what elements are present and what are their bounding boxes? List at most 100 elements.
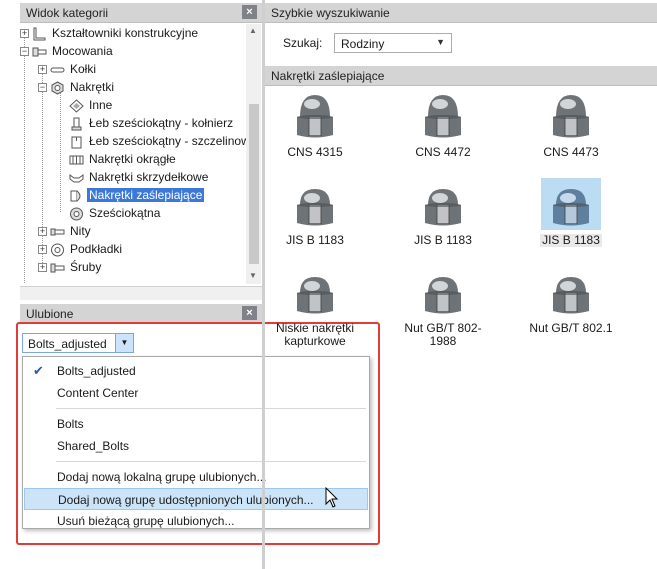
expand-icon[interactable]: + [38, 263, 47, 273]
nut-icon [50, 81, 65, 95]
tree-item[interactable]: Inne [69, 96, 114, 114]
mouse-cursor-icon [325, 487, 339, 508]
category-panel-title: Widok kategorii [26, 6, 109, 20]
hex-nut-icon [69, 207, 84, 221]
scroll-down-icon[interactable]: ▼ [249, 271, 257, 280]
cap-nut-family-item[interactable]: CNS 4473 [521, 90, 621, 159]
cap-nut-thumbnail-icon [541, 266, 601, 318]
cap-nut-family-label: JIS B 1183 [286, 233, 344, 247]
annotation-highlight-frame [16, 322, 380, 545]
tree-item-label: Sześciokątna [89, 206, 161, 220]
tree-item-label: Śruby [70, 260, 102, 274]
tree-item-label: Nakrętki okrągłe [89, 152, 176, 166]
quick-search-title: Szybkie wyszukiwanie [271, 6, 390, 20]
washer-icon [50, 243, 65, 257]
tree-scrollbar-thumb[interactable] [249, 104, 259, 264]
cap-nut-family-label: Niskie nakrętki kapturkowe [275, 321, 355, 348]
tree-item[interactable]: − Mocowania [20, 42, 115, 60]
cap-nut-thumbnail-icon [413, 90, 473, 142]
category-tree: + Kształtowniki konstrukcyjne − Mocowania + K… [20, 24, 262, 284]
pin-icon [50, 63, 65, 77]
tree-item-label: Podkładki [70, 242, 123, 256]
quick-search-bar: Szukaj: Rodziny ▼ [265, 24, 657, 64]
tree-item[interactable]: − Nakrętki [38, 78, 116, 96]
wing-nut-icon [69, 171, 84, 185]
tree-item[interactable]: + Kształtowniki konstrukcyjne [20, 24, 200, 42]
tree-item[interactable]: Łeb sześciokątny - kołnierz [69, 114, 235, 132]
cap-nut-family-item[interactable]: Nut GB/T 802.1 [521, 266, 621, 335]
chevron-down-icon[interactable]: ▼ [436, 37, 445, 47]
tree-item[interactable]: + Nity [38, 222, 93, 240]
cap-nut-thumbnail-icon [285, 178, 345, 230]
cap-nut-family-item[interactable]: JIS B 1183 [393, 178, 493, 247]
panel-splitter[interactable] [20, 286, 262, 300]
cap-nut-thumbnail-icon [413, 266, 473, 318]
cap-nut-family-label: Nut GB/T 802.1 [529, 321, 613, 335]
tree-item-label: Nakrętki zaślepiające [87, 188, 205, 202]
cap-nut-thumbnail-icon [285, 266, 345, 318]
hex-flange-nut-icon [69, 117, 84, 131]
tree-item-label: Nakrętki skrzydełkowe [89, 170, 209, 184]
cap-nut-family-label: CNS 4473 [543, 145, 599, 159]
tree-item[interactable]: Nakrętki okrągłe [69, 150, 178, 168]
tree-item[interactable]: Sześciokątna [69, 204, 162, 222]
tree-item-label: Kołki [70, 62, 97, 76]
expand-icon[interactable]: + [20, 29, 29, 39]
cap-nut-family-item[interactable]: CNS 4472 [393, 90, 493, 159]
search-scope-value: Rodziny [341, 37, 385, 51]
cap-nut-family-item[interactable]: JIS B 1183 [265, 178, 365, 247]
results-title: Nakrętki zaślepiające [271, 69, 385, 83]
favorites-panel-header: Ulubione [20, 304, 262, 324]
cap-nut-family-item[interactable]: CNS 4315 [265, 90, 365, 159]
favorites-panel-close-icon[interactable]: × [242, 306, 257, 320]
cap-nut-family-label: JIS B 1183 [414, 233, 472, 247]
cap-nut-thumbnail-icon [541, 178, 601, 230]
round-nut-icon [69, 153, 84, 167]
tree-scrollbar[interactable]: ▲ ▼ [246, 24, 261, 284]
cap-nut-thumbnail-icon [285, 90, 345, 142]
tree-item[interactable]: + Podkładki [38, 240, 124, 258]
tree-item[interactable]: Łeb sześciokątny - szczelinowa [69, 132, 258, 150]
tree-item[interactable]: Nakrętki skrzydełkowe [69, 168, 210, 186]
hex-slotted-nut-icon [69, 135, 84, 149]
cap-nut-thumbnail-icon [413, 178, 473, 230]
tree-item-label: Nakrętki [70, 80, 115, 94]
cap-nut-family-label: CNS 4472 [415, 145, 471, 159]
scroll-up-icon[interactable]: ▲ [249, 26, 257, 35]
search-label: Szukaj: [283, 36, 323, 50]
expand-icon[interactable]: + [38, 245, 47, 255]
tree-guide-line [60, 87, 61, 212]
tree-item[interactable]: Nakrętki zaślepiające [69, 186, 205, 204]
tree-item-label: Kształtowniki konstrukcyjne [52, 26, 199, 40]
fastener-icon [32, 45, 47, 59]
category-panel-header: Widok kategorii [20, 3, 262, 23]
cap-nut-family-label: Nut GB/T 802-1988 [404, 321, 482, 348]
tree-item-label: Nity [70, 224, 91, 238]
cap-nut-family-item[interactable]: JIS B 1183 [521, 178, 621, 247]
expand-icon[interactable]: + [38, 227, 47, 237]
cap-nut-family-item[interactable]: Niskie nakrętki kapturkowe [265, 266, 365, 348]
results-header: Nakrętki zaślepiające [265, 66, 657, 86]
tree-item[interactable]: + Kołki [38, 60, 98, 78]
favorites-panel-title: Ulubione [26, 307, 74, 321]
collapse-icon[interactable]: − [38, 83, 47, 93]
cap-nut-family-label: CNS 4315 [287, 145, 343, 159]
expand-icon[interactable]: + [38, 65, 47, 75]
tree-item-label: Łeb sześciokątny - szczelinowa [89, 134, 257, 148]
cap-nut-thumbnail-icon [541, 90, 601, 142]
tree-item-label: Łeb sześciokątny - kołnierz [89, 116, 234, 130]
rivet-icon [50, 225, 65, 239]
diamond-icon [69, 99, 84, 113]
search-scope-dropdown[interactable]: Rodziny ▼ [334, 33, 452, 53]
cap-nut-family-item[interactable]: Nut GB/T 802-1988 [393, 266, 493, 348]
cap-nut-family-label: JIS B 1183 [540, 233, 602, 247]
structural-shape-icon [32, 27, 47, 41]
collapse-icon[interactable]: − [20, 47, 29, 57]
tree-item-label: Inne [89, 98, 113, 112]
tree-guide-line [24, 33, 25, 283]
cap-nut-icon [69, 189, 84, 203]
tree-item-label: Mocowania [52, 44, 113, 58]
tree-item[interactable]: + Śruby [38, 258, 103, 276]
category-panel-close-icon[interactable]: × [242, 5, 257, 19]
quick-search-header: Szybkie wyszukiwanie [265, 3, 657, 23]
